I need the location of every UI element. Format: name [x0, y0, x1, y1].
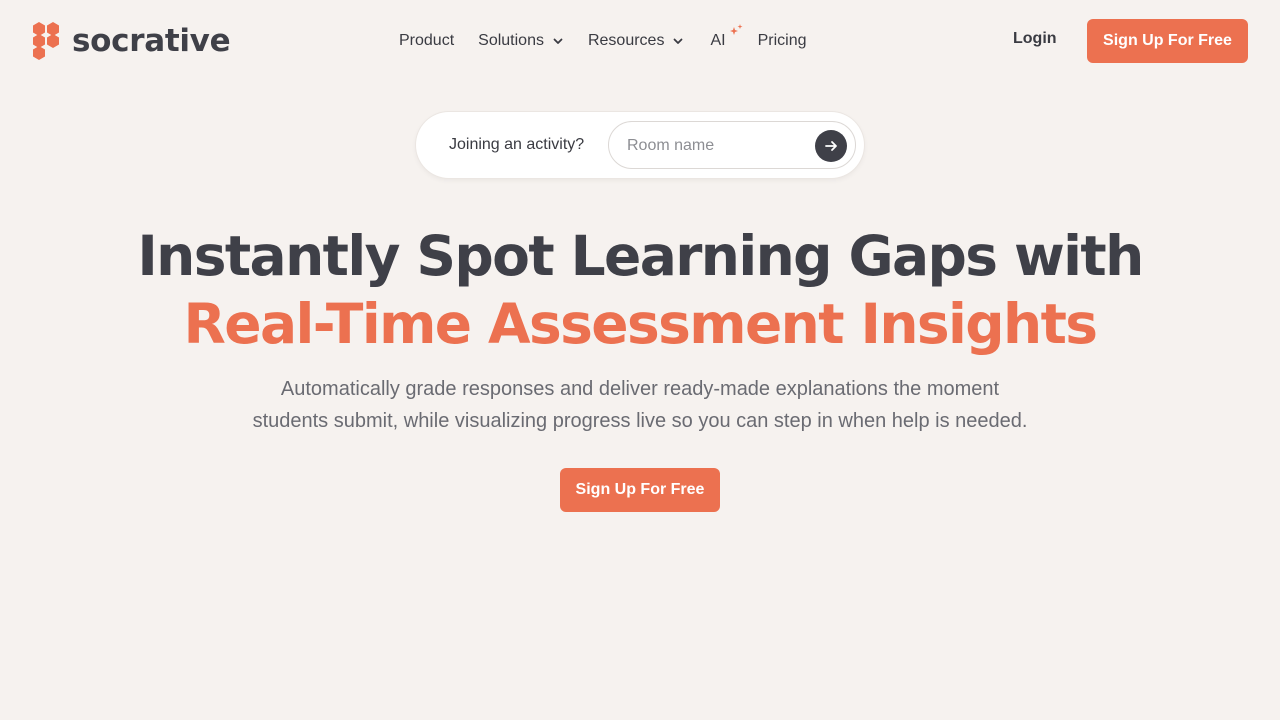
login-link[interactable]: Login	[1013, 30, 1057, 48]
site-header: socrative Product Solutions Resources AI	[0, 0, 1280, 82]
join-activity-box: Joining an activity?	[416, 112, 864, 178]
room-name-input[interactable]	[627, 135, 807, 157]
main-nav: Product Solutions Resources AI Pricing	[399, 24, 807, 52]
logo-hexagons-icon	[33, 22, 59, 60]
chevron-down-icon	[674, 38, 683, 44]
hero-signup-button[interactable]: Sign Up For Free	[560, 468, 720, 512]
join-submit-button[interactable]	[815, 130, 847, 162]
nav-item-product[interactable]: Product	[399, 32, 454, 50]
arrow-right-icon	[825, 141, 837, 151]
header-signup-button[interactable]: Sign Up For Free	[1087, 19, 1248, 63]
nav-item-label: AI	[710, 32, 726, 49]
nav-item-pricing[interactable]: Pricing	[758, 32, 807, 50]
hero-title-line-1: Instantly Spot Learning Gaps with	[137, 224, 1144, 288]
sparkle-icon	[730, 24, 743, 35]
join-activity-label: Joining an activity?	[449, 136, 585, 153]
nav-item-resources[interactable]: Resources	[588, 32, 684, 50]
hero-subtitle-line-1: Automatically grade responses and delive…	[280, 378, 1000, 400]
logo[interactable]: socrative	[31, 20, 231, 62]
nav-item-label: Solutions	[478, 32, 544, 49]
hero-title-line-2: Real-Time Assessment Insights	[183, 292, 1098, 356]
room-name-field	[608, 121, 856, 169]
nav-item-ai[interactable]: AI	[710, 24, 743, 50]
hero-subtitle: Automatically grade responses and delive…	[200, 373, 1080, 437]
logo-wordmark: socrative	[72, 23, 231, 59]
nav-item-solutions[interactable]: Solutions	[478, 32, 564, 50]
nav-item-label: Product	[399, 32, 455, 49]
chevron-down-icon	[553, 38, 563, 44]
hero-subtitle-line-2: students submit, while visualizing progr…	[252, 410, 1028, 432]
nav-item-label: Pricing	[757, 32, 807, 49]
nav-item-label: Resources	[587, 32, 665, 49]
